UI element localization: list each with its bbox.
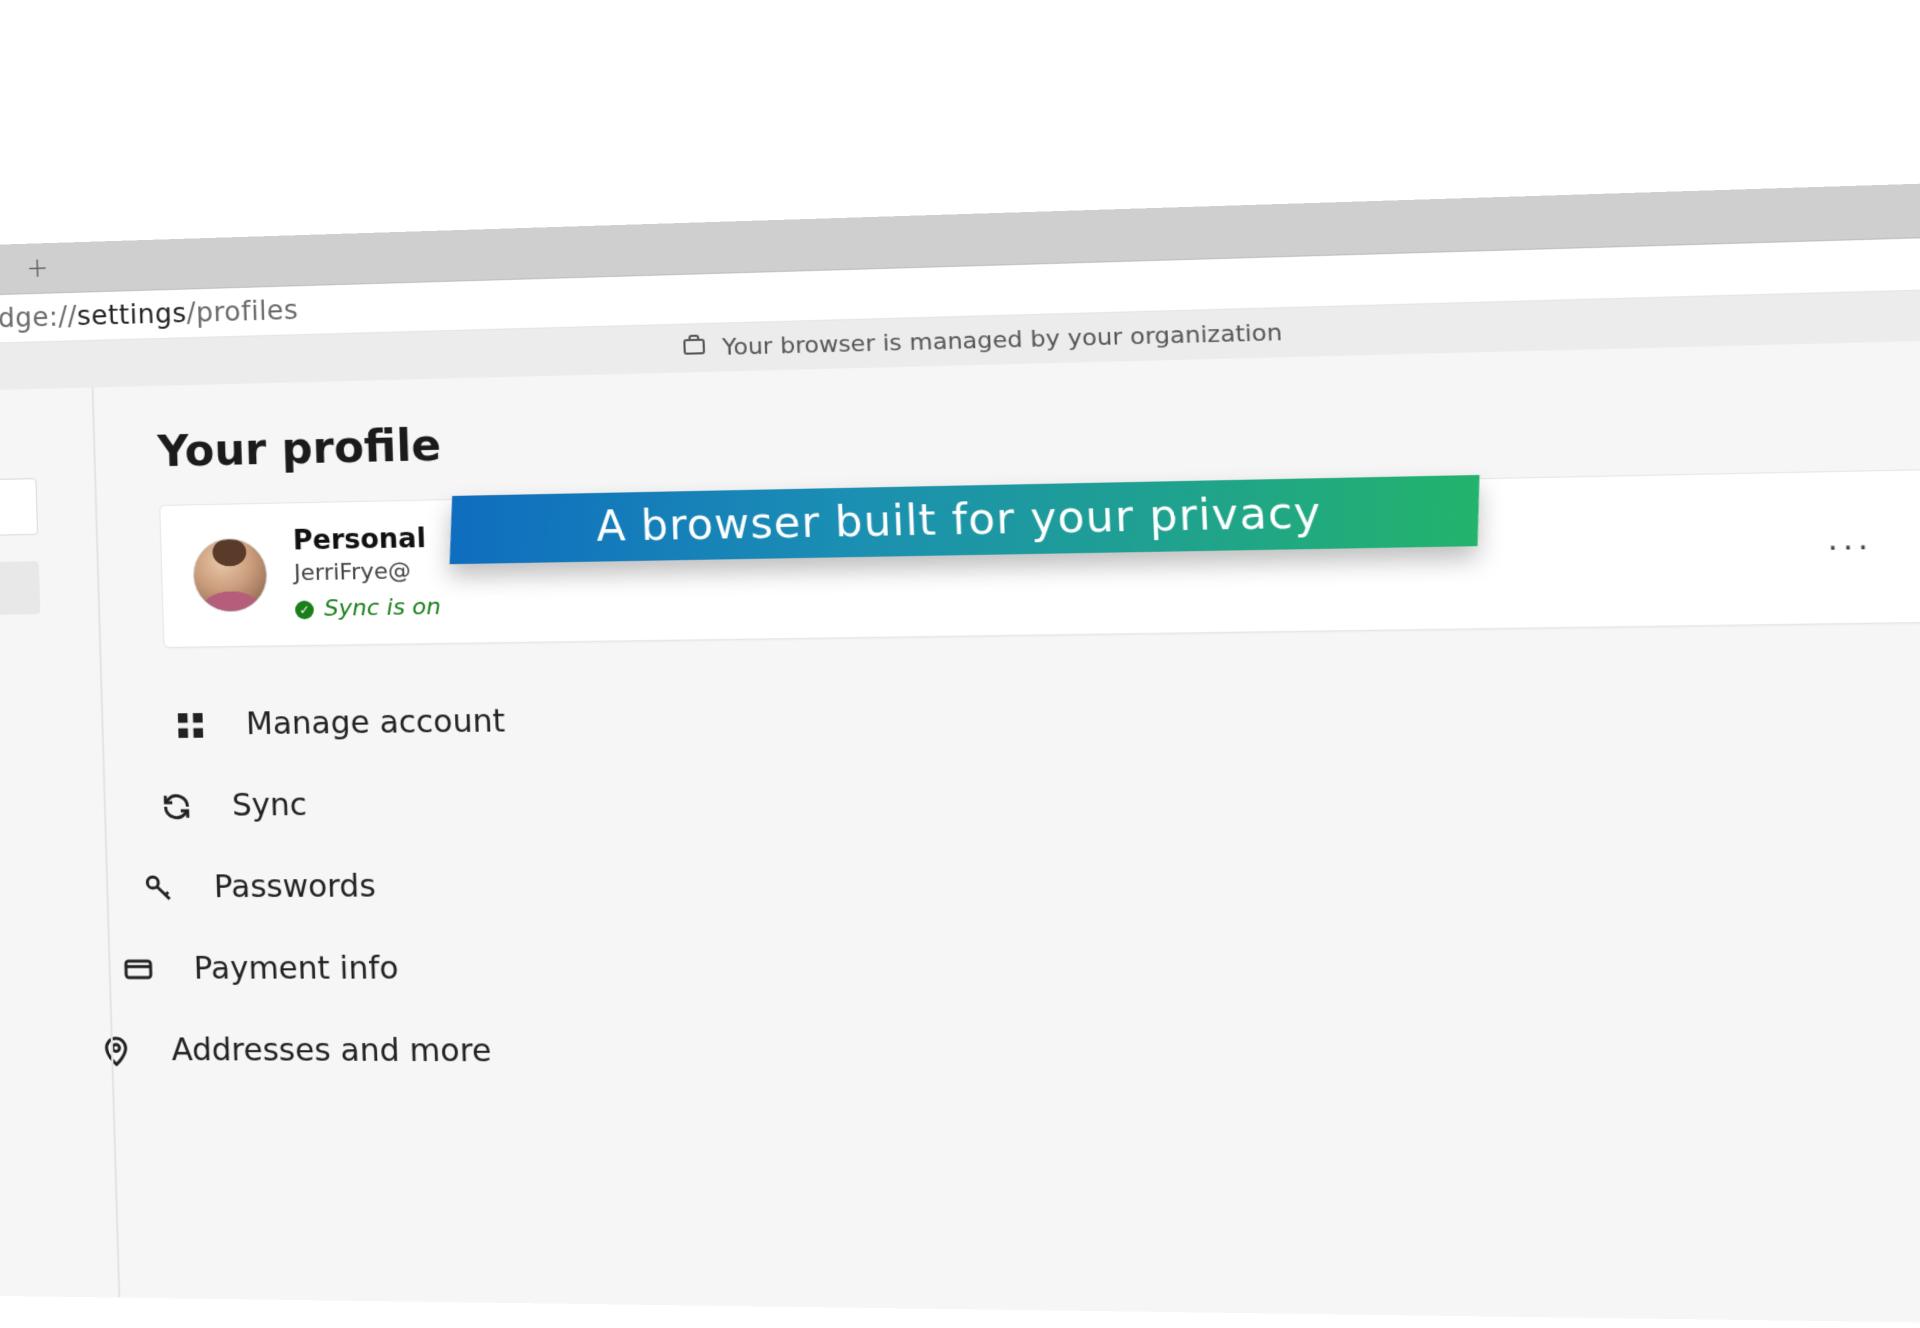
sync-status-label: Sync is on bbox=[324, 594, 442, 622]
settings-content: Your profile + Add profile Personal Jerr… bbox=[0, 333, 1920, 1328]
sidebar-item-profiles[interactable] bbox=[0, 561, 40, 616]
avatar bbox=[192, 538, 268, 613]
profile-card: Personal JerriFrye@ Sync is on ··· Sign … bbox=[159, 464, 1920, 648]
sync-status: Sync is on bbox=[295, 593, 505, 622]
payment-info-row[interactable]: Payment info bbox=[113, 924, 1920, 1013]
grid-icon bbox=[169, 708, 211, 741]
payment-info-label: Payment info bbox=[193, 951, 399, 987]
passwords-label: Passwords bbox=[213, 869, 376, 906]
briefcase-icon bbox=[681, 332, 708, 364]
url-scheme: edge:// bbox=[0, 301, 78, 334]
addresses-row[interactable]: Addresses and more bbox=[90, 1009, 1920, 1101]
new-tab-button[interactable]: + bbox=[20, 251, 55, 286]
manage-account-label: Manage account bbox=[245, 703, 505, 742]
sync-label: Sync bbox=[232, 787, 308, 824]
manage-account-row[interactable]: Manage account bbox=[165, 659, 1920, 765]
url-host: settings bbox=[77, 298, 187, 332]
privacy-promo-banner: A browser built for your privacy bbox=[450, 475, 1480, 564]
passwords-row[interactable]: Passwords bbox=[133, 835, 1920, 928]
url-path: /profiles bbox=[186, 295, 299, 329]
managed-by-org-text: Your browser is managed by your organiza… bbox=[722, 319, 1283, 360]
check-circle-icon bbox=[295, 600, 314, 619]
privacy-promo-text: A browser built for your privacy bbox=[596, 489, 1323, 551]
card-icon bbox=[117, 952, 159, 985]
location-icon bbox=[95, 1034, 137, 1067]
key-icon bbox=[137, 871, 179, 904]
profile-more-button[interactable]: ··· bbox=[1815, 522, 1887, 572]
settings-search-input[interactable] bbox=[0, 478, 38, 537]
sync-icon bbox=[156, 790, 198, 823]
page-title: Your profile bbox=[157, 420, 442, 477]
addresses-label: Addresses and more bbox=[171, 1032, 492, 1069]
